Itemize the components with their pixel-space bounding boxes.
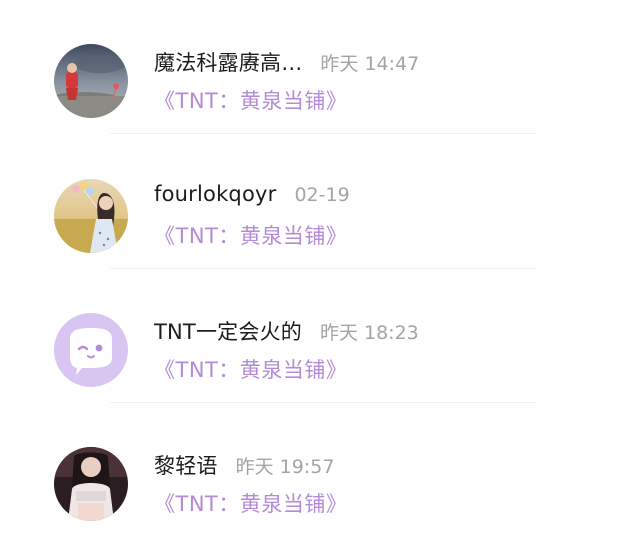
comment-header: TNT一定会火的 昨天 18:23 — [154, 316, 419, 346]
work-title-link[interactable]: 《TNT：黄泉当铺》 — [154, 354, 347, 384]
user-name[interactable]: 黎轻语 — [154, 450, 218, 480]
timestamp: 昨天 18:23 — [319, 322, 419, 344]
list-item[interactable]: fourlokqoyr 02-19 《TNT：黄泉当铺》 — [0, 147, 640, 281]
avatar[interactable] — [54, 313, 128, 387]
comment-list: 魔法科露赓高… 昨天 14:47 《TNT：黄泉当铺》 fourlokqoyr … — [0, 0, 640, 536]
comment-header: 魔法科露赓高… 昨天 14:47 — [154, 47, 419, 77]
timestamp: 昨天 14:47 — [320, 53, 420, 75]
user-name[interactable]: fourlokqoyr — [154, 182, 276, 206]
work-title-link[interactable]: 《TNT：黄泉当铺》 — [154, 488, 347, 518]
timestamp: 昨天 19:57 — [235, 456, 335, 478]
list-item[interactable]: 魔法科露赓高… 昨天 14:47 《TNT：黄泉当铺》 — [0, 12, 640, 146]
work-title-link[interactable]: 《TNT：黄泉当铺》 — [154, 85, 347, 115]
avatar[interactable] — [54, 44, 128, 118]
timestamp: 02-19 — [294, 184, 350, 206]
photo-girl-red-dress-avatar-icon — [54, 44, 128, 118]
avatar[interactable] — [54, 179, 128, 253]
divider — [110, 133, 536, 134]
list-item[interactable]: 黎轻语 昨天 19:57 《TNT：黄泉当铺》 — [0, 415, 640, 549]
user-name[interactable]: 魔法科露赓高… — [154, 47, 302, 77]
divider — [110, 268, 536, 269]
photo-girl-white-top-avatar-icon — [54, 447, 128, 521]
photo-girl-balloons-field-avatar-icon — [54, 179, 128, 253]
user-name[interactable]: TNT一定会火的 — [154, 316, 302, 346]
default-wink-face-avatar-icon — [54, 313, 128, 387]
avatar[interactable] — [54, 447, 128, 521]
work-title-link[interactable]: 《TNT：黄泉当铺》 — [154, 220, 347, 250]
comment-header: fourlokqoyr 02-19 — [154, 182, 350, 212]
list-item[interactable]: TNT一定会火的 昨天 18:23 《TNT：黄泉当铺》 — [0, 281, 640, 415]
comment-header: 黎轻语 昨天 19:57 — [154, 450, 334, 480]
divider — [110, 402, 536, 403]
